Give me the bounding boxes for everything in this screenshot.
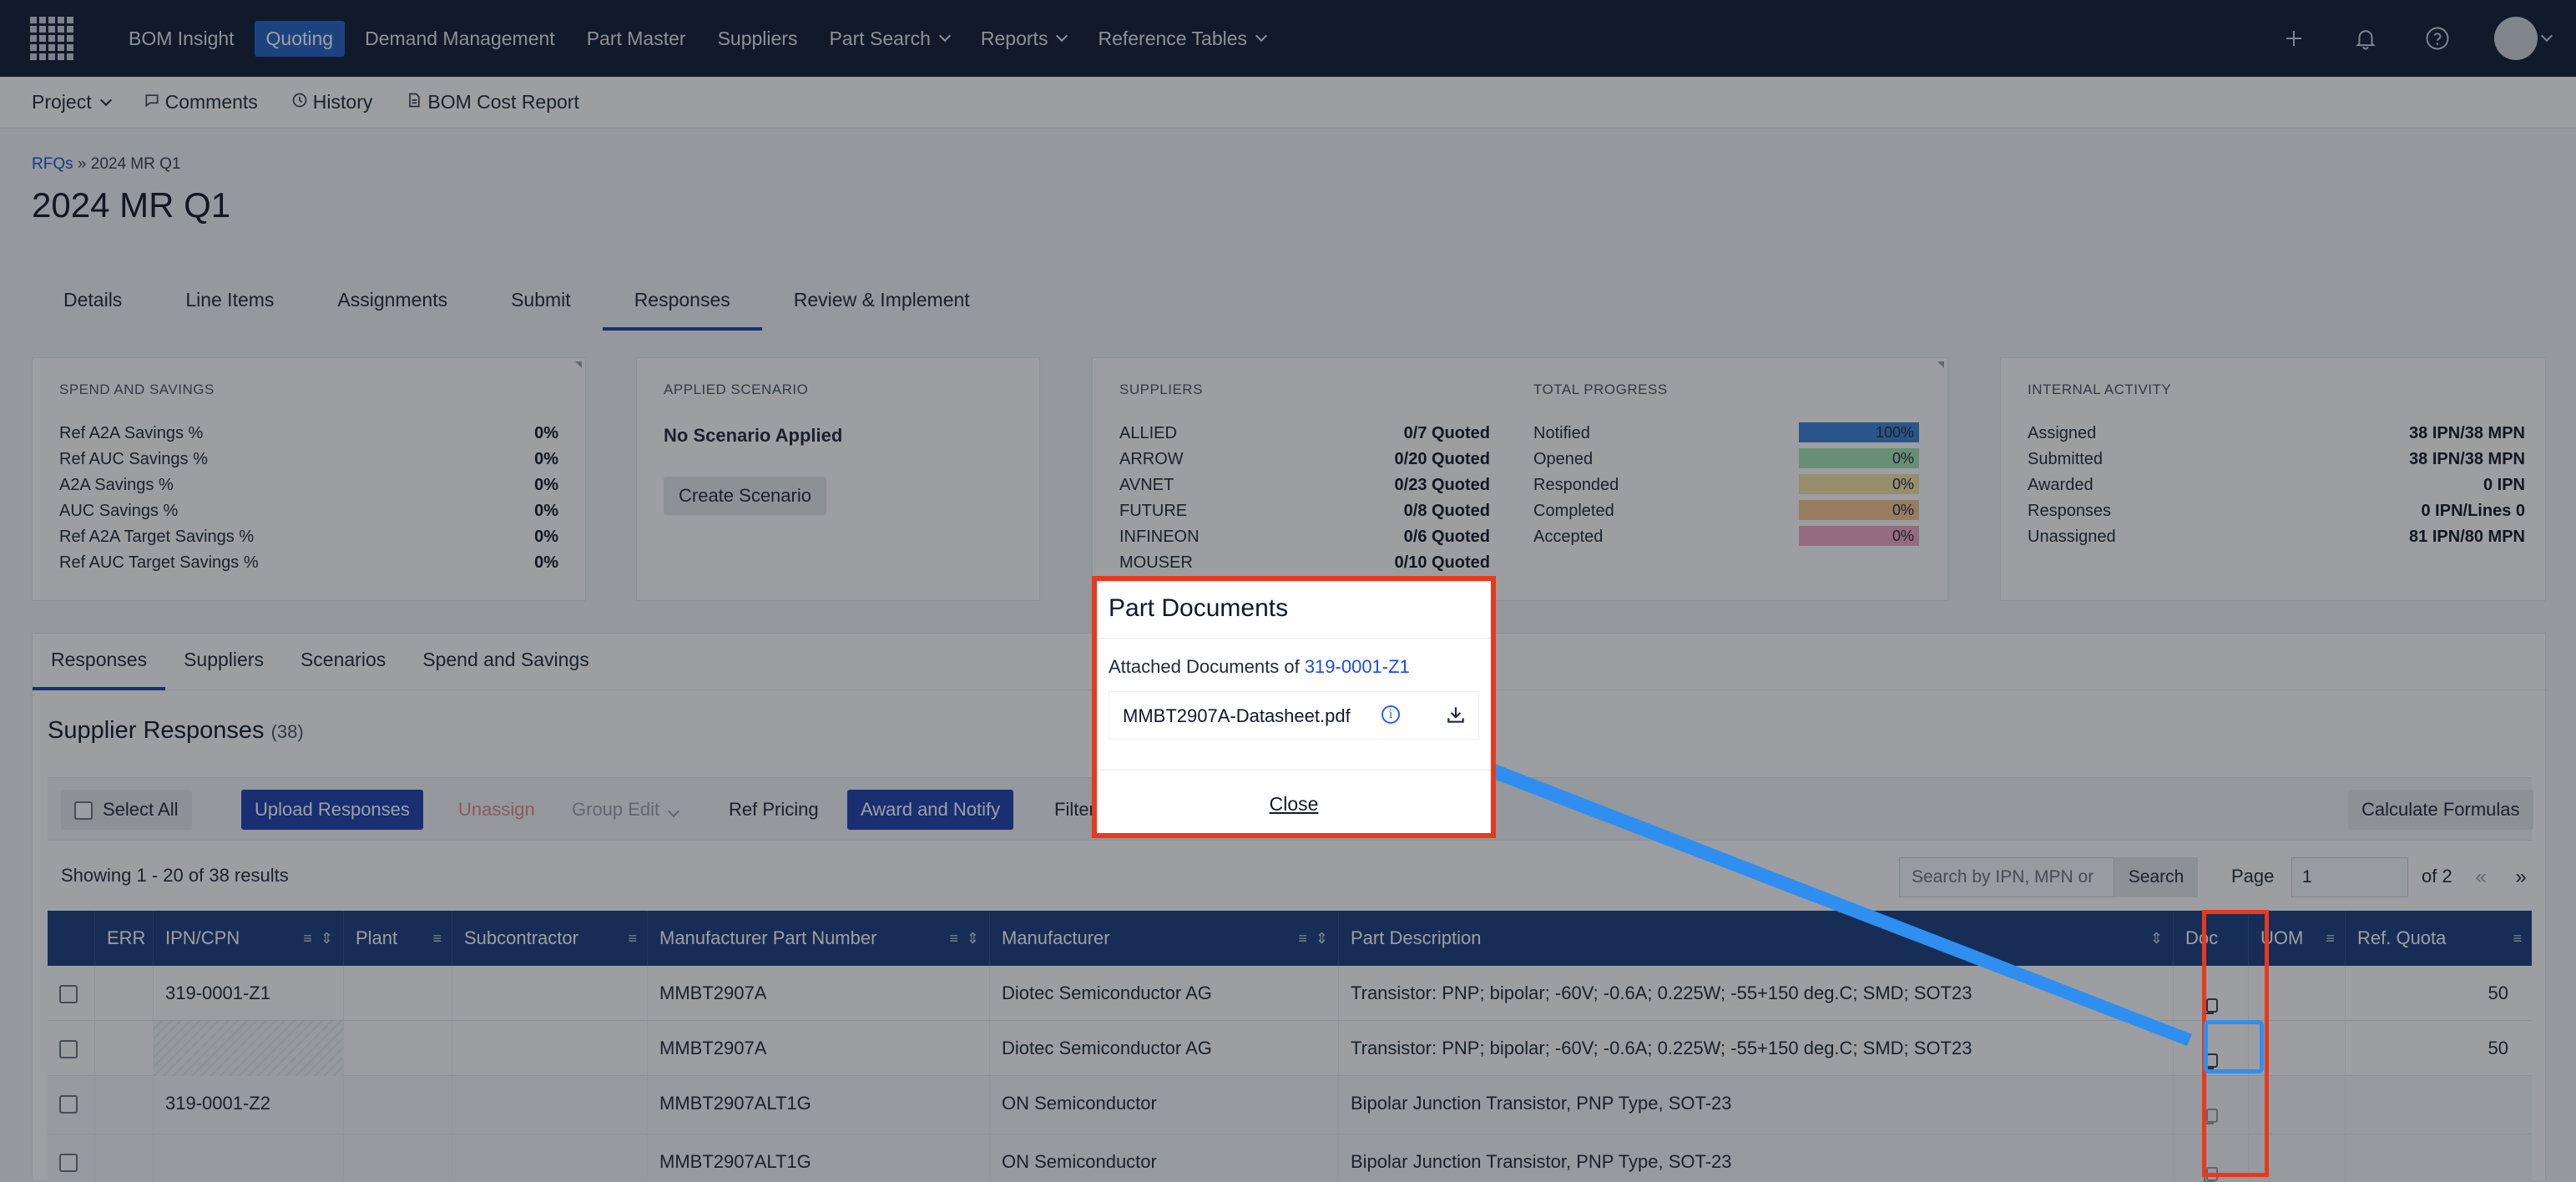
part-documents-modal: Part Documents Attached Documents of 319…: [1092, 576, 1496, 838]
doc-cell-highlight: [2204, 1020, 2264, 1073]
close-button[interactable]: Close: [1097, 793, 1491, 816]
attached-part-link[interactable]: 319-0001-Z1: [1305, 656, 1410, 677]
divider: [1097, 638, 1491, 639]
document-row: MMBT2907A-Datasheet.pdf i: [1109, 691, 1479, 740]
document-name[interactable]: MMBT2907A-Datasheet.pdf: [1123, 705, 1351, 727]
download-icon[interactable]: [1445, 704, 1467, 725]
info-icon[interactable]: i: [1381, 705, 1400, 724]
attached-documents-label: Attached Documents of 319-0001-Z1: [1109, 656, 1410, 677]
modal-title: Part Documents: [1109, 594, 1289, 622]
